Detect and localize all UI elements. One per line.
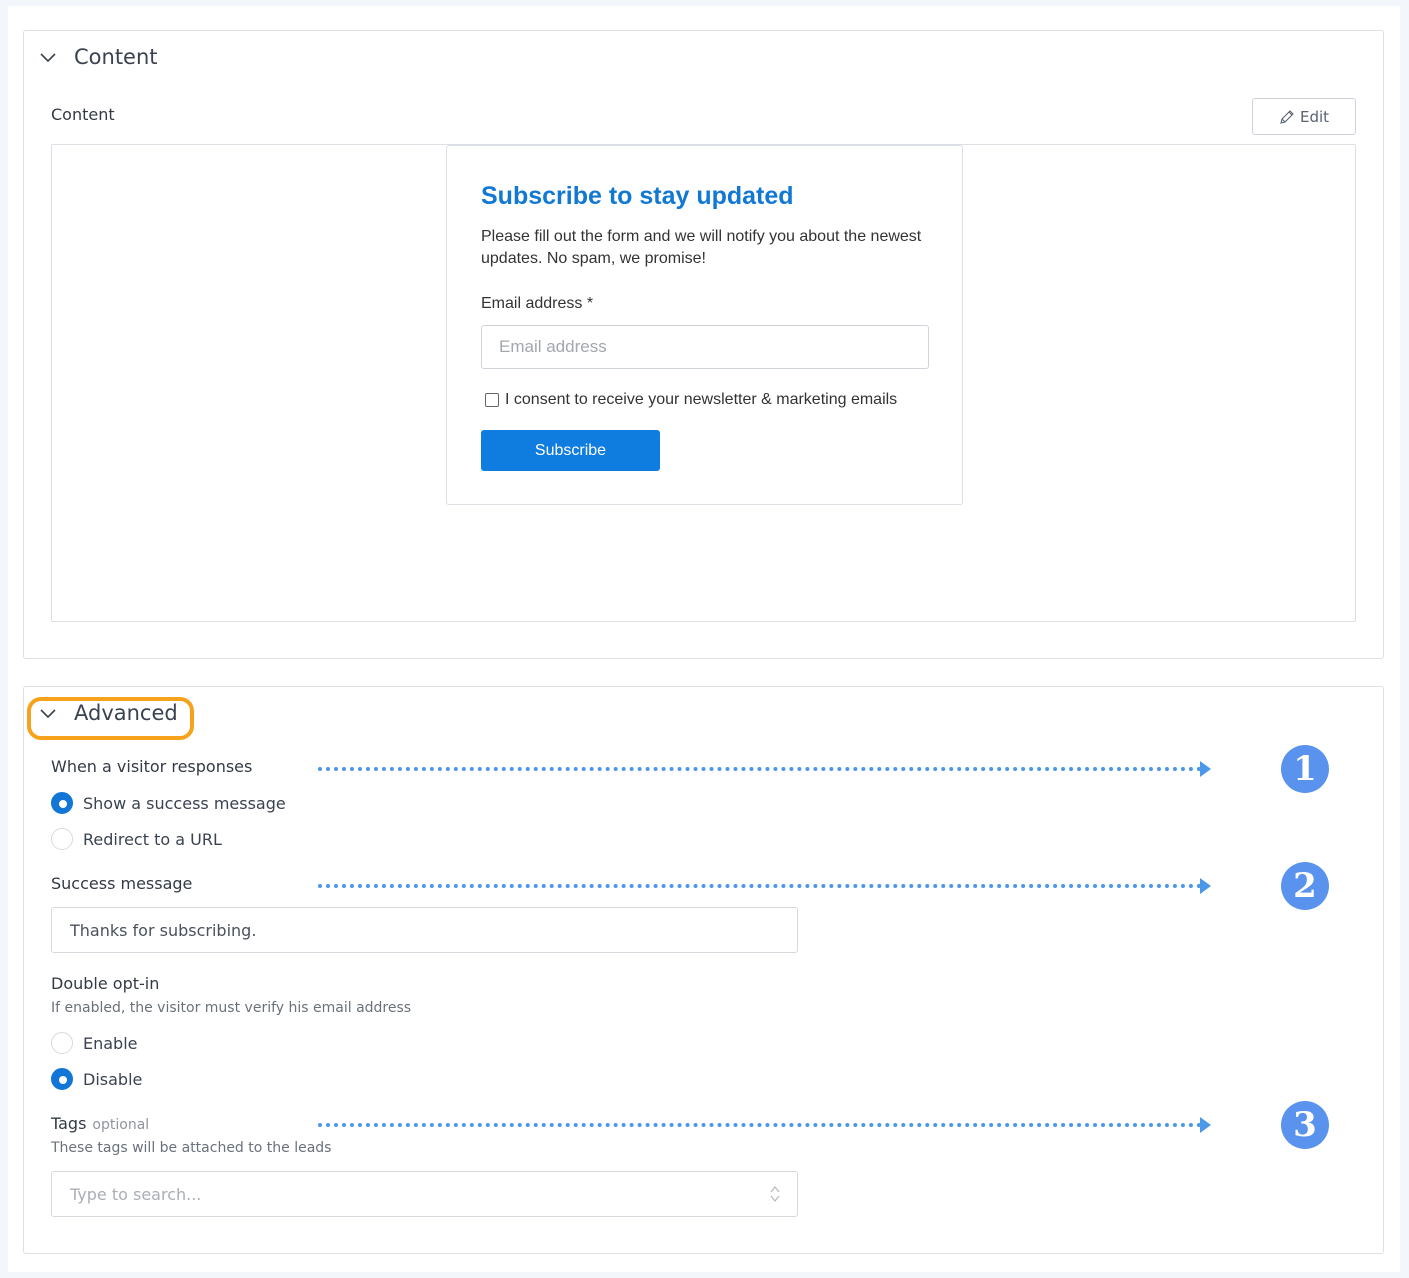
content-section-title: Content (74, 45, 158, 69)
pencil-icon (1280, 109, 1294, 124)
tags-helper: These tags will be attached to the leads (51, 1140, 332, 1156)
tags-label-row: Tags optional (51, 1114, 149, 1133)
annotation-badge: 1 (1281, 745, 1329, 793)
annotation-arrow-line (318, 767, 1202, 771)
radio-redirect-url[interactable]: Redirect to a URL (51, 828, 222, 850)
consent-checkbox[interactable] (485, 393, 499, 407)
chevron-down-icon (40, 709, 56, 719)
consent-row[interactable]: I consent to receive your newsletter & m… (485, 391, 897, 409)
form-description: Please fill out the form and we will not… (481, 228, 922, 267)
tags-placeholder: Type to search... (70, 1184, 202, 1204)
content-panel: Content Content Edit Subscribe to stay u… (23, 30, 1384, 659)
annotation-arrow-head-icon (1200, 761, 1211, 777)
double-optin-label: Double opt-in (51, 974, 160, 993)
annotation-badge: 3 (1281, 1101, 1329, 1149)
annotation-arrow-line (318, 884, 1202, 888)
annotation-arrow-line (318, 1123, 1202, 1127)
subscribe-form-card: Subscribe to stay updated Please fill ou… (446, 145, 963, 505)
edit-button[interactable]: Edit (1252, 98, 1356, 135)
radio-label: Enable (83, 1033, 138, 1053)
email-input[interactable]: Email address (481, 325, 929, 369)
chevron-down-icon (40, 53, 56, 63)
success-message-input[interactable]: Thanks for subscribing. (51, 907, 798, 953)
radio-selected-icon[interactable] (51, 792, 73, 814)
edit-button-label: Edit (1299, 107, 1330, 126)
annotation-arrow-head-icon (1200, 1117, 1211, 1133)
consent-label: I consent to receive your newsletter & m… (505, 391, 898, 408)
optional-tag: optional (92, 1117, 150, 1133)
select-arrows-icon (770, 1186, 780, 1202)
form-title: Subscribe to stay updated (481, 182, 794, 210)
annotation-badge: 2 (1281, 862, 1329, 910)
radio-show-success-message[interactable]: Show a success message (51, 792, 286, 814)
subscribe-button[interactable]: Subscribe (481, 430, 660, 471)
visitor-response-label: When a visitor responses (51, 757, 253, 776)
radio-enable[interactable]: Enable (51, 1032, 138, 1054)
radio-label: Show a success message (83, 793, 286, 813)
radio-unselected-icon[interactable] (51, 1032, 73, 1054)
advanced-section-title: Advanced (74, 701, 178, 725)
advanced-panel: Advanced When a visitor responses Show a… (23, 686, 1384, 1254)
radio-label: Disable (83, 1069, 143, 1089)
double-optin-helper: If enabled, the visitor must verify his … (51, 1000, 412, 1016)
success-message-label: Success message (51, 874, 193, 893)
radio-disable[interactable]: Disable (51, 1068, 142, 1090)
radio-label: Redirect to a URL (83, 829, 222, 849)
annotation-arrow-head-icon (1200, 878, 1211, 894)
page: Content Content Edit Subscribe to stay u… (8, 6, 1400, 1272)
content-section-toggle[interactable]: Content (38, 45, 158, 69)
content-preview: Subscribe to stay updated Please fill ou… (51, 144, 1356, 622)
radio-selected-icon[interactable] (51, 1068, 73, 1090)
tags-search-input[interactable]: Type to search... (51, 1171, 798, 1217)
advanced-section-toggle[interactable]: Advanced (38, 701, 178, 725)
content-field-label: Content (51, 105, 115, 124)
tags-label: Tags (51, 1114, 87, 1133)
radio-unselected-icon[interactable] (51, 828, 73, 850)
email-label: Email address * (481, 295, 594, 312)
